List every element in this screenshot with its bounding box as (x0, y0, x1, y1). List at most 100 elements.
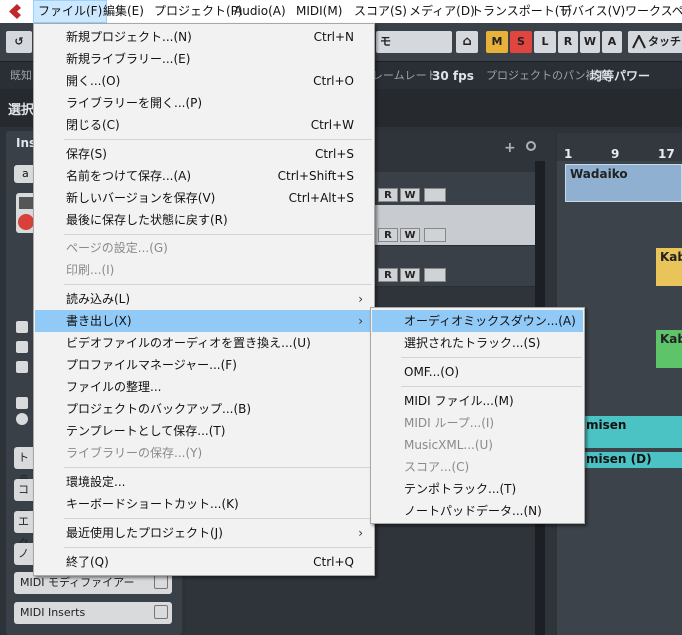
edit-channel-icon[interactable] (424, 228, 446, 242)
menu-item-save-library: ライブラリーの保存...(Y) (35, 442, 373, 464)
menu-item-save-as[interactable]: 名前をつけて保存...(A) Ctrl+Shift+S (35, 165, 373, 187)
menu-item-import[interactable]: 読み込み(L) › (35, 288, 373, 310)
search-icon[interactable] (526, 141, 536, 151)
input-routing-icon[interactable] (16, 341, 28, 353)
monitor-icon[interactable] (19, 197, 33, 209)
midi-event-kab[interactable]: Kab (656, 330, 682, 368)
audio-event-wadaiko[interactable]: Wadaiko (565, 164, 682, 202)
home-icon[interactable]: ⌂ (456, 31, 478, 53)
menu-workspace[interactable]: ワークスペース (625, 0, 682, 23)
read-button[interactable]: R (558, 31, 578, 53)
menu-item-shortcut: Ctrl+S (314, 147, 354, 161)
menu-file[interactable]: ファイル(F) (33, 0, 108, 23)
menu-item-audio-mixdown[interactable]: オーディオミックスダウン...(A) (372, 310, 583, 332)
read-automation-button[interactable]: R (378, 228, 398, 242)
menu-project[interactable]: プロジェクト(P) (154, 0, 243, 23)
menu-item-label: ライブラリーを開く...(P) (66, 96, 203, 110)
midi-modifiers-label: MIDI モディファイアー (20, 576, 135, 589)
menu-item-label: ライブラリーの保存...(Y) (66, 446, 203, 460)
side-icons (16, 321, 30, 425)
read-automation-button[interactable]: R (378, 188, 398, 202)
quick-control-icon[interactable] (16, 321, 28, 333)
write-automation-button[interactable]: W (400, 188, 420, 202)
output-routing-icon[interactable] (16, 361, 28, 373)
menu-item-quit[interactable]: 終了(Q) Ctrl+Q (35, 551, 373, 573)
menu-item-midi-file[interactable]: MIDI ファイル...(M) (372, 390, 583, 412)
mute-button[interactable]: M (486, 31, 508, 53)
menu-item-cleanup[interactable]: ファイルの整理... (35, 376, 373, 398)
menu-item-save-as-template[interactable]: テンプレートとして保存...(T) (35, 420, 373, 442)
midi-event-kab[interactable]: Kab (656, 248, 682, 286)
midi-event-shamisen[interactable]: misen (572, 416, 682, 448)
menu-item-label: 新規ライブラリー...(E) (66, 52, 191, 66)
menu-item-save[interactable]: 保存(S) Ctrl+S (35, 143, 373, 165)
solo-button[interactable]: S (510, 31, 532, 53)
record-enable-icon[interactable] (18, 214, 34, 230)
menu-item-backup-project[interactable]: プロジェクトのバックアップ...(B) (35, 398, 373, 420)
menu-separator (64, 139, 372, 140)
file-menu: 新規プロジェクト...(N) Ctrl+N 新規ライブラリー...(E) 開く..… (33, 23, 375, 576)
menu-audio[interactable]: Audio(A) (234, 0, 286, 23)
menu-item-key-commands[interactable]: キーボードショートカット...(K) (35, 493, 373, 515)
menu-devices[interactable]: デバイス(V) (560, 0, 625, 23)
menu-edit[interactable]: 編集(E) (103, 0, 144, 23)
midi-event-shamisen-d[interactable]: misen (D) (572, 452, 682, 468)
menu-item-export[interactable]: 書き出し(X) › (35, 310, 373, 332)
midi-inserts-section[interactable]: MIDI Inserts (14, 602, 172, 624)
menu-item-label: プロジェクトのバックアップ...(B) (66, 402, 252, 416)
framerate-value[interactable]: 30 fps (432, 62, 474, 90)
listen-button[interactable]: L (534, 31, 556, 53)
selection-label: 選択 (8, 103, 35, 118)
framerate-label: レームレート (372, 69, 438, 82)
menu-separator (64, 467, 372, 468)
menu-score[interactable]: スコア(S) (354, 0, 407, 23)
info-icon[interactable] (16, 413, 28, 425)
write-button[interactable]: W (580, 31, 600, 53)
lane-icon[interactable] (16, 397, 28, 409)
event-name: Kab (660, 250, 682, 264)
menu-item-omf[interactable]: OMF...(O) (372, 361, 583, 383)
menu-item-revert[interactable]: 最後に保存した状態に戻す(R) (35, 209, 373, 231)
menu-item-close[interactable]: 閉じる(C) Ctrl+W (35, 114, 373, 136)
bar-number: 9 (611, 147, 620, 161)
bar-number: 1 (564, 147, 573, 161)
midi-inserts-label: MIDI Inserts (20, 606, 86, 619)
pin-icon[interactable] (154, 605, 168, 619)
menu-media[interactable]: メディア(D) (409, 0, 475, 23)
menu-item-label: キーボードショートカット...(K) (66, 497, 239, 511)
menu-transport[interactable]: トランスポート(T) (471, 0, 571, 23)
automation-mode-field[interactable]: モ (376, 31, 452, 53)
menu-item-replace-video-audio[interactable]: ビデオファイルのオーディオを置き換え...(U) (35, 332, 373, 354)
read-automation-button[interactable]: R (378, 268, 398, 282)
edit-channel-icon[interactable] (424, 188, 446, 202)
menu-item-profile-manager[interactable]: プロファイルマネージャー...(F) (35, 354, 373, 376)
write-automation-button[interactable]: W (400, 228, 420, 242)
menu-midi[interactable]: MIDI(M) (296, 0, 342, 23)
pan-law-value[interactable]: 均等パワー (590, 62, 650, 90)
menu-item-shortcut: Ctrl+Alt+S (288, 191, 354, 205)
menu-item-new-project[interactable]: 新規プロジェクト...(N) Ctrl+N (35, 26, 373, 48)
automation-button[interactable]: A (602, 31, 622, 53)
menu-item-open[interactable]: 開く...(O) Ctrl+O (35, 70, 373, 92)
undo-icon[interactable]: ↺ (6, 31, 32, 53)
add-track-icon[interactable]: + (504, 140, 516, 156)
menu-item-notepad-data[interactable]: ノートパッドデータ...(N) (372, 500, 583, 522)
menu-item-preferences[interactable]: 環境設定... (35, 471, 373, 493)
menu-item-new-library[interactable]: 新規ライブラリー...(E) (35, 48, 373, 70)
ruler[interactable]: 1 9 17 (557, 133, 682, 161)
menu-item-open-library[interactable]: ライブラリーを開く...(P) (35, 92, 373, 114)
menu-item-recent-projects[interactable]: 最近使用したプロジェクト(J) › (35, 522, 373, 544)
menu-item-tempo-track[interactable]: テンポトラック...(T) (372, 478, 583, 500)
menu-item-label: 保存(S) (66, 147, 107, 161)
menu-item-save-new-version[interactable]: 新しいバージョンを保存(V) Ctrl+Alt+S (35, 187, 373, 209)
edit-channel-icon[interactable] (424, 268, 446, 282)
menu-item-selected-tracks[interactable]: 選択されたトラック...(S) (372, 332, 583, 354)
menu-item-label: テンプレートとして保存...(T) (66, 424, 226, 438)
menu-separator (64, 518, 372, 519)
menu-item-shortcut: Ctrl+Shift+S (277, 169, 354, 183)
menu-item-shortcut: Ctrl+O (313, 74, 354, 88)
menu-item-label: オーディオミックスダウン...(A) (404, 314, 576, 328)
pin-icon[interactable] (154, 575, 168, 589)
write-automation-button[interactable]: W (400, 268, 420, 282)
event-name: misen (D) (586, 452, 652, 466)
